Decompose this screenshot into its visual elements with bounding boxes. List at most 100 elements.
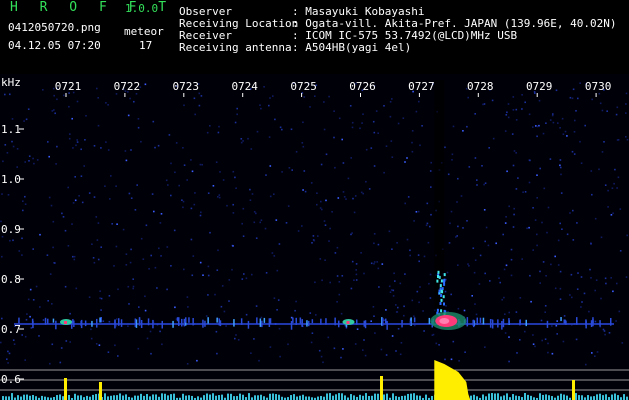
noise-speck <box>158 247 160 250</box>
noise-speck <box>206 131 209 134</box>
noise-speck <box>338 117 341 120</box>
noise-speck <box>512 96 515 98</box>
noise-speck <box>85 115 87 117</box>
noise-speck <box>63 94 65 97</box>
noise-speck <box>71 223 73 225</box>
noise-speck <box>444 146 446 149</box>
baseline-speck <box>161 320 163 329</box>
noise-speck <box>380 348 383 351</box>
noise-speck <box>325 153 328 156</box>
noise-speck <box>618 310 621 313</box>
header-panel: H R O F F T 1.0.0 0412050720.png 04.12.0… <box>0 0 629 74</box>
baseline-speck <box>473 319 475 328</box>
noise-speck <box>373 131 376 134</box>
noise-speck <box>232 212 235 214</box>
baseline-speck <box>585 319 587 326</box>
noise-speck <box>418 260 420 263</box>
noise-speck <box>452 340 455 343</box>
noise-speck <box>65 340 68 342</box>
echo-streak <box>436 279 439 283</box>
amp-bar <box>341 393 343 400</box>
noise-speck <box>360 252 362 254</box>
baseline-speck <box>519 320 521 326</box>
noise-speck <box>151 193 154 195</box>
baseline-speck <box>233 319 235 327</box>
noise-speck <box>532 343 535 345</box>
noise-speck <box>351 232 353 234</box>
noise-speck <box>105 141 107 143</box>
noise-speck <box>563 315 566 317</box>
baseline-speck <box>565 320 567 325</box>
noise-speck <box>542 132 545 135</box>
noise-speck <box>302 189 304 191</box>
x-tick-label: 0722 <box>114 80 141 93</box>
noise-speck <box>218 196 221 199</box>
noise-speck <box>1 317 3 320</box>
amp-bar <box>542 394 544 400</box>
noise-speck <box>389 291 392 293</box>
amp-bar <box>32 394 34 400</box>
noise-speck <box>51 303 53 305</box>
amp-bar <box>137 395 139 400</box>
amp-bar <box>233 396 235 400</box>
noise-speck <box>536 125 539 128</box>
baseline-speck <box>563 319 565 324</box>
noise-speck <box>6 152 9 154</box>
amp-bar <box>215 395 217 400</box>
amp-bar <box>329 393 331 400</box>
noise-speck <box>625 136 627 138</box>
noise-speck <box>161 343 163 346</box>
noise-speck <box>95 343 98 345</box>
noise-speck <box>536 244 538 247</box>
noise-speck <box>166 246 169 248</box>
noise-speck <box>579 140 581 143</box>
noise-speck <box>342 191 345 193</box>
noise-speck <box>522 191 524 193</box>
noise-speck <box>199 163 202 166</box>
noise-speck <box>573 153 576 155</box>
amp-bar <box>374 393 376 400</box>
noise-speck <box>62 216 65 218</box>
noise-speck <box>334 166 336 169</box>
echo-streak <box>436 308 439 312</box>
y-tick-label: 1.0 <box>1 173 21 186</box>
noise-speck <box>515 311 518 313</box>
noise-speck <box>269 97 271 99</box>
amp-bar <box>92 394 94 400</box>
noise-speck <box>182 200 185 203</box>
noise-speck <box>56 145 58 148</box>
noise-speck <box>153 210 155 213</box>
noise-speck <box>515 119 518 121</box>
noise-speck <box>295 151 298 153</box>
amp-bar <box>269 393 271 400</box>
noise-speck <box>616 282 618 285</box>
noise-speck <box>575 338 578 341</box>
noise-speck <box>69 341 71 343</box>
amp-bar <box>107 396 109 400</box>
noise-speck <box>7 362 9 364</box>
noise-speck <box>290 128 293 131</box>
noise-speck <box>1 193 3 195</box>
amp-bar <box>515 395 517 400</box>
noise-speck <box>448 242 451 244</box>
noise-speck <box>194 113 196 116</box>
baseline-speck <box>172 320 174 328</box>
noise-speck <box>555 324 558 327</box>
noise-speck <box>234 176 236 179</box>
noise-speck <box>295 300 297 303</box>
noise-speck <box>127 285 130 288</box>
noise-speck <box>279 355 281 358</box>
noise-speck <box>395 304 397 306</box>
noise-speck <box>333 110 335 112</box>
x-tick-label: 0730 <box>585 80 612 93</box>
noise-speck <box>449 222 451 225</box>
noise-speck <box>181 199 183 201</box>
noise-speck <box>426 222 429 225</box>
noise-speck <box>223 310 226 313</box>
noise-speck <box>560 173 562 176</box>
noise-speck <box>107 149 110 151</box>
noise-speck <box>310 341 313 344</box>
baseline-speck <box>382 317 384 326</box>
noise-speck <box>430 213 432 216</box>
noise-speck <box>125 253 128 255</box>
